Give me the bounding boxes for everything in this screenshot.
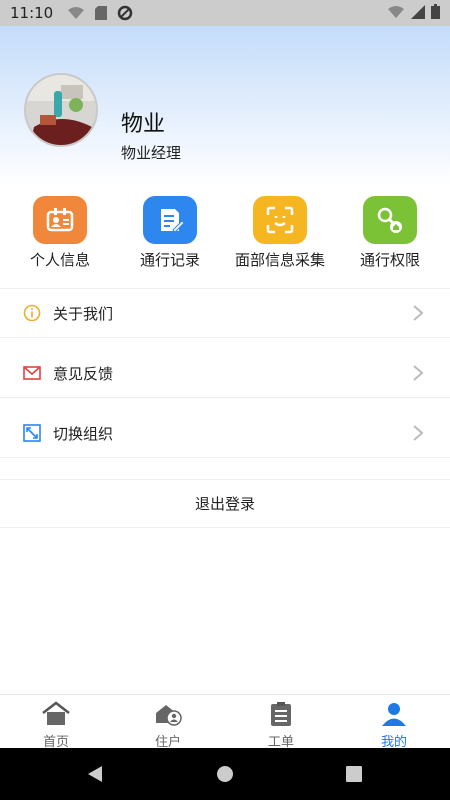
quick-action-access-permission[interactable]: 通行权限	[335, 196, 445, 270]
tab-home[interactable]: 首页	[0, 695, 112, 750]
user-name: 物业	[121, 112, 166, 137]
status-bar: 11:10	[0, 0, 450, 26]
resident-icon	[156, 705, 182, 726]
switch-icon	[23, 424, 41, 442]
id-card-icon	[33, 196, 87, 244]
edit-record-icon	[143, 196, 197, 244]
tab-work-orders[interactable]: 工单	[225, 695, 337, 750]
menu-item-label: 切换组织	[53, 424, 114, 443]
home-icon	[42, 701, 70, 725]
chevron-right-icon	[413, 305, 424, 321]
logout-button[interactable]: 退出登录	[0, 479, 450, 528]
tab-mine[interactable]: 我的	[338, 695, 450, 750]
menu-item-about-us[interactable]: 关于我们	[0, 289, 450, 338]
mail-icon	[23, 366, 41, 380]
status-time: 11:10	[10, 4, 54, 22]
system-nav-bar	[0, 748, 450, 800]
wifi-question-icon	[68, 7, 85, 19]
home-button-icon[interactable]	[216, 765, 234, 783]
key-icon	[363, 196, 417, 244]
avatar[interactable]	[24, 73, 98, 147]
data-saver-icon	[117, 5, 133, 21]
avatar-photo-icon	[26, 75, 96, 145]
quick-action-access-records[interactable]: 通行记录	[115, 196, 225, 270]
face-scan-icon	[253, 196, 307, 244]
quick-actions: 个人信息 通行记录 面部信息采集 通行权限	[0, 196, 450, 276]
battery-icon	[431, 4, 440, 19]
chevron-right-icon	[413, 425, 424, 441]
signal-icon	[411, 4, 425, 19]
recents-icon[interactable]	[345, 765, 363, 783]
menu-item-label: 意见反馈	[53, 364, 114, 383]
quick-action-label: 个人信息	[29, 251, 90, 269]
menu-item-switch-organization[interactable]: 切换组织	[0, 409, 450, 458]
bottom-tab-bar: 首页 住户 工单 我的	[0, 694, 450, 750]
menu-item-label: 关于我们	[53, 304, 114, 323]
wifi-off-icon	[388, 5, 404, 18]
menu-item-feedback[interactable]: 意见反馈	[0, 349, 450, 398]
tab-residents[interactable]: 住户	[112, 695, 224, 750]
user-role: 物业经理	[121, 144, 182, 162]
profile-icon	[382, 703, 406, 726]
chevron-right-icon	[413, 365, 424, 381]
quick-action-label: 面部信息采集	[234, 251, 325, 269]
back-icon[interactable]	[86, 765, 104, 783]
quick-action-label: 通行记录	[139, 251, 200, 269]
quick-action-label: 通行权限	[359, 251, 420, 269]
quick-action-personal-info[interactable]: 个人信息	[5, 196, 115, 270]
quick-action-face-capture[interactable]: 面部信息采集	[225, 196, 335, 270]
info-icon	[23, 304, 41, 322]
work-order-icon	[271, 702, 291, 726]
sd-card-icon	[95, 6, 108, 20]
